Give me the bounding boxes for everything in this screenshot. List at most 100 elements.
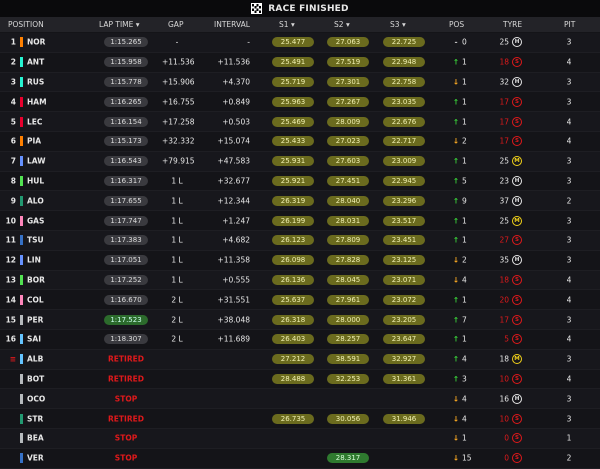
table-row[interactable]: 13 BOR 1:17.252 1 L +0.555 26.136 28.045 23.071…: [0, 270, 600, 291]
pit-stops: 4: [566, 334, 572, 344]
driver-code[interactable]: ALB: [27, 355, 43, 364]
sector-2-time: 30.056: [327, 413, 369, 424]
table-row[interactable]: 1 NOR 1:15.265- -25.477 27.063 22.725-0 25 H 3: [0, 33, 600, 53]
driver-code[interactable]: HUL: [27, 176, 44, 185]
sector-2-time: 27.451: [327, 175, 369, 186]
sector-3-time: 31.946: [383, 413, 425, 424]
lap-time: STOP: [114, 453, 138, 463]
interval-value: +15.074: [217, 136, 250, 146]
table-row[interactable]: 8 HUL 1:16.317 1 L +32.677 25.921 27.451 22.945…: [0, 171, 600, 192]
table-row[interactable]: 10 GAS 1:17.747 1 L +1.247 26.199 28.031 23.517…: [0, 211, 600, 231]
driver-code[interactable]: ANT: [27, 58, 44, 67]
sector-1-time: 25.931: [272, 156, 314, 167]
lap-time: RETIRED: [108, 414, 144, 424]
table-row[interactable]: 4 HAM 1:16.265 +16.755 +0.849 25.963 27.267 23.…: [0, 92, 600, 113]
pit-stops: 3: [566, 176, 572, 186]
table-row[interactable]: 14 COL 1:16.670 2 L +31.551 25.637 27.961 23.07…: [0, 290, 600, 311]
team-color-bar: [20, 453, 23, 464]
tyre-laps: 25: [499, 216, 509, 226]
table-row[interactable]: BOT RETIRED 28.488 32.253 31.361 ↑ 3 10 S 4: [0, 369, 600, 390]
lap-time: 1:16.670: [104, 294, 148, 305]
gap-value: 2 L: [171, 334, 183, 344]
gap-value: +16.755: [162, 97, 195, 107]
position-number: ≡: [9, 354, 16, 364]
driver-code[interactable]: RUS: [27, 77, 44, 86]
table-row[interactable]: BEA STOP ↓ 1 0 S 1: [0, 428, 600, 449]
pit-stops: 4: [566, 295, 572, 305]
pit-stops: 4: [566, 57, 572, 67]
arrow-down-icon: ↓: [452, 136, 460, 146]
driver-code[interactable]: COL: [27, 295, 44, 304]
position-number: 7: [10, 156, 16, 166]
driver-code[interactable]: PER: [27, 315, 43, 324]
position-number: 13: [5, 275, 16, 285]
table-row[interactable]: 11 TSU 1:17.383 1 L +4.682 26.123 27.809 23.451…: [0, 230, 600, 251]
sector-2-time: 28.031: [327, 215, 369, 226]
driver-code[interactable]: BOT: [27, 374, 44, 383]
driver-code[interactable]: HAM: [27, 97, 47, 106]
driver-code[interactable]: LAW: [27, 157, 46, 166]
pit-stops: 3: [566, 394, 572, 404]
lap-time: 1:15.958: [104, 57, 148, 68]
driver-code[interactable]: BEA: [27, 434, 44, 443]
sector-1-time: 26.199: [272, 215, 314, 226]
sector-2-time: 27.603: [327, 156, 369, 167]
driver-code[interactable]: SAI: [27, 335, 41, 344]
driver-code[interactable]: GAS: [27, 216, 44, 225]
chevron-down-icon: ▾: [135, 20, 140, 29]
driver-code[interactable]: LIN: [27, 256, 41, 265]
gap-value: +15.906: [162, 77, 195, 87]
sector-2-time: 32.253: [327, 373, 369, 384]
header-s2[interactable]: S2 ▾: [334, 20, 350, 29]
table-row[interactable]: 12 LIN 1:17.051 1 L +11.358 26.098 27.828 23.12…: [0, 250, 600, 271]
position-change: 1: [462, 97, 467, 107]
table-row[interactable]: 9 ALO 1:17.655 1 L +12.344 26.319 28.040 23.296…: [0, 191, 600, 212]
sector-2-time: 27.023: [327, 136, 369, 147]
arrow-up-icon: ↑: [452, 97, 460, 107]
gap-value: 1 L: [171, 216, 183, 226]
driver-code[interactable]: BOR: [27, 275, 45, 284]
tyre-compound-icon: S: [512, 235, 522, 246]
position-change: 1: [462, 235, 467, 245]
interval-value: +12.344: [217, 196, 250, 206]
arrow-up-icon: ↑: [452, 176, 460, 186]
driver-code[interactable]: OCO: [27, 394, 45, 403]
position-change: 1: [462, 295, 467, 305]
table-row[interactable]: 16 SAI 1:18.307 2 L +11.689 26.403 28.257 23.64…: [0, 329, 600, 350]
table-row[interactable]: 6 PIA 1:15.173 +32.332 +15.074 25.433 27.023 22…: [0, 131, 600, 152]
interval-value: +31.551: [217, 295, 250, 305]
header-s3[interactable]: S3 ▾: [390, 20, 406, 29]
driver-code[interactable]: ALO: [27, 196, 44, 205]
driver-code[interactable]: PIA: [27, 137, 41, 146]
driver-code[interactable]: NOR: [27, 38, 45, 47]
chevron-down-icon: ▾: [290, 20, 295, 29]
table-row[interactable]: 15 PER 1:17.523 2 L +38.048 26.318 28.000 23.20…: [0, 310, 600, 330]
driver-code[interactable]: LEC: [27, 117, 42, 126]
sector-3-time: 22.948: [383, 57, 425, 68]
position-change: 15: [462, 453, 472, 463]
header-lap-time[interactable]: LAP TIME ▾: [99, 20, 140, 29]
position-change: 1: [462, 117, 467, 127]
pit-stops: 3: [566, 156, 572, 166]
table-row[interactable]: 7 LAW 1:16.543 +79.915 +47.583 25.931 27.603 23…: [0, 151, 600, 172]
sector-3-time: 22.717: [383, 136, 425, 147]
table-row[interactable]: 5 LEC 1:16.154 +17.258 +0.503 25.469 28.009 22.…: [0, 112, 600, 132]
sector-2-time: 27.961: [327, 294, 369, 305]
race-status-title: RACE FINISHED: [268, 3, 349, 14]
header-s1[interactable]: S1 ▾: [279, 20, 295, 29]
lap-time: 1:16.265: [104, 96, 148, 107]
table-row[interactable]: 3 RUS 1:15.778 +15.906 +4.370 25.719 27.301 22.…: [0, 72, 600, 93]
table-row[interactable]: OCO STOP ↓ 4 16 H 3: [0, 389, 600, 410]
team-color-bar: [20, 175, 23, 186]
driver-code[interactable]: STR: [27, 414, 43, 423]
sector-3-time: 23.451: [383, 235, 425, 246]
table-row[interactable]: 2 ANT 1:15.958 +11.536 +11.536 25.491 27.519 22…: [0, 52, 600, 73]
tyre-laps: 5: [504, 334, 509, 344]
driver-code[interactable]: VER: [27, 454, 44, 463]
driver-code[interactable]: TSU: [27, 236, 44, 245]
table-row[interactable]: STR RETIRED 26.735 30.056 31.946 ↓ 4 10 S 3: [0, 409, 600, 429]
table-row[interactable]: ≡ ALB RETIRED 27.212 38.591 32.927 ↑ 4 18 M 3: [0, 349, 600, 370]
arrow-up-icon: ↑: [452, 57, 460, 67]
table-row[interactable]: VER STOP 28.317 ↓ 15 0 S 2: [0, 448, 600, 469]
chevron-down-icon: ▾: [345, 20, 350, 29]
